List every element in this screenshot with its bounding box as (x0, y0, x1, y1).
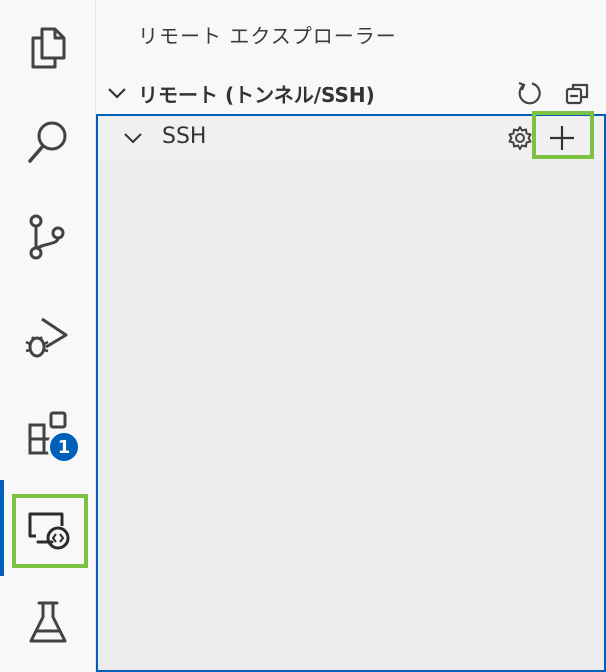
section-title: リモート (トンネル/SSH) (138, 83, 375, 107)
remote-explorer-icon (28, 512, 70, 550)
remote-tree-panel: SSH (96, 114, 606, 672)
tree-item-label: SSH (162, 124, 207, 149)
plus-icon (550, 126, 574, 150)
extensions-badge: 1 (47, 430, 81, 464)
add-ssh-host-button[interactable] (546, 122, 578, 154)
search-icon (28, 121, 67, 163)
gear-icon (508, 126, 532, 150)
activity-testing[interactable] (0, 588, 96, 658)
refresh-icon (518, 81, 541, 105)
run-debug-icon (25, 317, 68, 358)
activity-bar: 1 (0, 0, 96, 672)
tree-item-ssh[interactable]: SSH (98, 116, 604, 160)
activity-remote-explorer[interactable] (0, 480, 96, 576)
sidebar-title: リモート エクスプローラー (138, 24, 397, 48)
collapse-all-button[interactable] (562, 78, 592, 108)
chevron-down-icon (124, 133, 142, 144)
activity-search[interactable] (0, 107, 96, 177)
activity-extensions[interactable] (0, 398, 96, 468)
chevron-down-icon (108, 88, 126, 99)
activity-explorer[interactable] (0, 12, 96, 82)
activity-source-control[interactable] (0, 202, 96, 272)
files-icon (31, 27, 66, 69)
collapse-all-icon (565, 83, 589, 105)
source-control-icon (29, 214, 65, 260)
refresh-button[interactable] (514, 78, 544, 108)
remote-explorer-sidebar: リモート エクスプローラー リモート (トンネル/SSH) SSH (96, 0, 606, 672)
ssh-settings-button[interactable] (504, 122, 536, 154)
remote-section-header[interactable]: リモート (トンネル/SSH) (96, 74, 606, 112)
activity-run-debug[interactable] (0, 300, 96, 370)
testing-icon (29, 601, 67, 643)
